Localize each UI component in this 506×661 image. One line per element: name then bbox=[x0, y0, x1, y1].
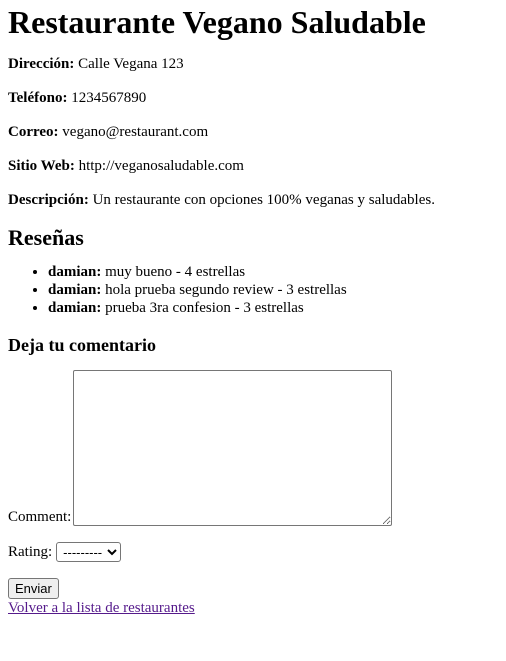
restaurant-detail-page: Restaurante Vegano Saludable Dirección: … bbox=[0, 4, 506, 617]
address-line: Dirección: Calle Vegana 123 bbox=[8, 55, 498, 73]
list-item: damian: prueba 3ra confesion - 3 estrell… bbox=[48, 299, 498, 317]
description-line: Descripción: Un restaurante con opciones… bbox=[8, 191, 498, 209]
comment-row: Comment: bbox=[8, 370, 498, 526]
comment-textarea[interactable] bbox=[73, 370, 393, 526]
list-item: damian: muy bueno - 4 estrellas bbox=[48, 263, 498, 281]
website-value: http://veganosaludable.com bbox=[78, 158, 244, 174]
review-text: prueba 3ra confesion - 3 estrellas bbox=[105, 300, 304, 316]
review-text: muy bueno - 4 estrellas bbox=[105, 264, 246, 280]
comment-label: Comment: bbox=[8, 509, 72, 525]
page-title: Restaurante Vegano Saludable bbox=[8, 4, 426, 40]
phone-value: 1234567890 bbox=[71, 90, 147, 106]
review-author: damian: bbox=[48, 264, 102, 280]
review-author: damian: bbox=[48, 300, 102, 316]
address-value: Calle Vegana 123 bbox=[78, 56, 184, 72]
website-label: Sitio Web: bbox=[8, 158, 75, 174]
rating-label: Rating: bbox=[8, 544, 53, 560]
email-line: Correo: vegano@restaurant.com bbox=[8, 123, 498, 141]
review-author: damian: bbox=[48, 282, 102, 298]
phone-label: Teléfono: bbox=[8, 90, 68, 106]
description-value: Un restaurante con opciones 100% veganas… bbox=[92, 192, 435, 208]
reviews-list: damian: muy bueno - 4 estrellas damian: … bbox=[8, 263, 498, 317]
back-to-list-link[interactable]: Volver a la lista de restaurantes bbox=[8, 599, 195, 617]
email-value: vegano@restaurant.com bbox=[62, 124, 209, 140]
website-line: Sitio Web: http://veganosaludable.com bbox=[8, 157, 498, 175]
email-label: Correo: bbox=[8, 124, 59, 140]
description-label: Descripción: bbox=[8, 192, 89, 208]
comment-form-heading: Deja tu comentario bbox=[8, 335, 156, 355]
review-text: hola prueba segundo review - 3 estrellas bbox=[105, 282, 347, 298]
reviews-heading: Reseñas bbox=[8, 225, 84, 250]
submit-button[interactable]: Enviar bbox=[8, 578, 59, 599]
phone-line: Teléfono: 1234567890 bbox=[8, 89, 498, 107]
rating-select[interactable]: --------- bbox=[56, 542, 122, 562]
comment-form: Comment: Rating: --------- Enviar bbox=[8, 370, 498, 599]
list-item: damian: hola prueba segundo review - 3 e… bbox=[48, 281, 498, 299]
address-label: Dirección: bbox=[8, 56, 75, 72]
rating-row: Rating: --------- bbox=[8, 542, 498, 562]
